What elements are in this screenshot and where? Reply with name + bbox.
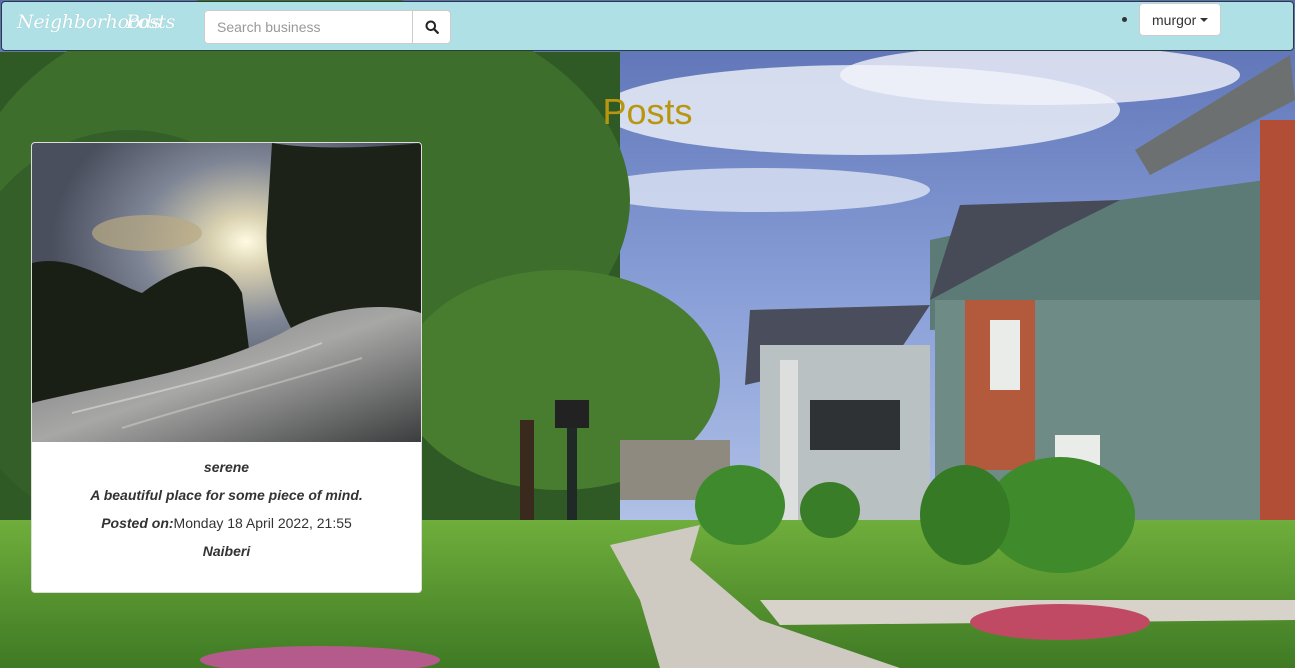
user-menu: murgor	[1122, 3, 1222, 36]
post-card: serene A beautiful place for some piece …	[31, 142, 422, 593]
list-bullet	[1122, 17, 1127, 22]
post-description: A beautiful place for some piece of mind…	[90, 487, 363, 503]
page-title: Posts	[602, 91, 693, 132]
post-date: Posted on:Monday 18 April 2022, 21:55	[32, 515, 421, 531]
posted-date-value: Monday 18 April 2022, 21:55	[173, 515, 352, 531]
search-button[interactable]	[412, 10, 451, 44]
search-icon	[425, 20, 439, 34]
top-navbar: Neighborhoods Posts murgor	[1, 1, 1294, 51]
post-title: serene	[203, 459, 250, 475]
user-dropdown-button[interactable]: murgor	[1139, 3, 1222, 36]
post-body: serene A beautiful place for some piece …	[32, 459, 421, 559]
post-neighborhood: Naiberi	[202, 543, 251, 559]
post-image	[32, 143, 421, 442]
search-form	[204, 10, 451, 44]
posted-on-label: Posted on:	[101, 515, 174, 531]
brand-posts-link[interactable]: Posts	[126, 11, 175, 33]
username-label: murgor	[1152, 11, 1197, 28]
search-input[interactable]	[204, 10, 412, 44]
caret-down-icon	[1200, 17, 1209, 22]
